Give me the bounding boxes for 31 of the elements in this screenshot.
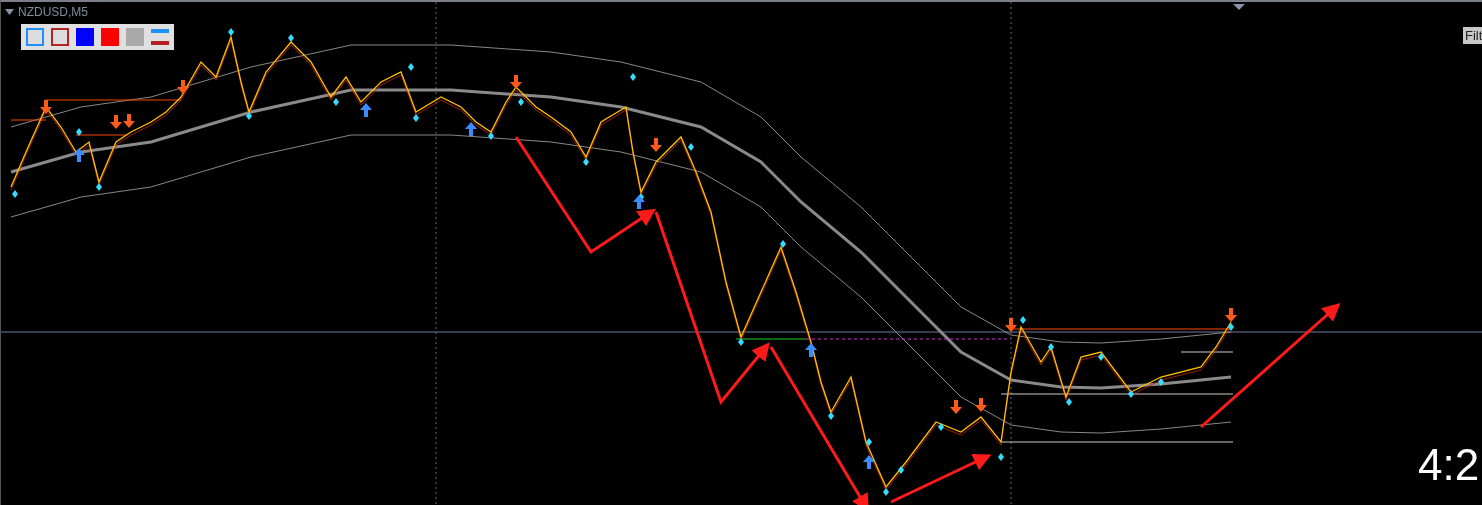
down-arrow-icon — [40, 100, 52, 114]
filter-button[interactable]: Filt — [1463, 27, 1482, 44]
outline-swatch[interactable] — [26, 28, 44, 46]
outline-swatch[interactable] — [51, 28, 69, 46]
dropdown-caret-icon[interactable] — [5, 9, 14, 15]
down-arrow-icon — [1005, 318, 1017, 332]
level-line — [10, 119, 47, 121]
level-line — [1180, 351, 1234, 353]
level-line — [75, 134, 127, 136]
symbol-title: NZDUSD,M5 — [18, 5, 88, 19]
down-arrow-icon — [1225, 308, 1237, 322]
down-arrow-icon — [177, 80, 189, 94]
color-swatch[interactable] — [126, 28, 144, 46]
down-arrow-icon — [650, 138, 662, 152]
down-arrow-icon — [123, 114, 135, 128]
down-arrow-icon — [110, 115, 122, 129]
color-swatch[interactable] — [101, 28, 119, 46]
up-arrow-icon — [73, 148, 85, 162]
triangle-icon — [1233, 4, 1245, 10]
down-arrow-icon — [975, 398, 987, 412]
line-style-swatch[interactable] — [151, 28, 169, 46]
up-arrow-icon — [863, 455, 875, 469]
down-arrow-icon — [510, 75, 522, 89]
down-arrow-icon — [950, 400, 962, 414]
up-arrow-icon — [805, 343, 817, 357]
up-arrow-icon — [633, 195, 645, 209]
color-swatch[interactable] — [76, 28, 94, 46]
up-arrow-icon — [360, 103, 372, 117]
level-line — [735, 338, 807, 340]
up-arrow-icon — [465, 122, 477, 136]
countdown-timer: 4:2 — [1418, 439, 1480, 491]
